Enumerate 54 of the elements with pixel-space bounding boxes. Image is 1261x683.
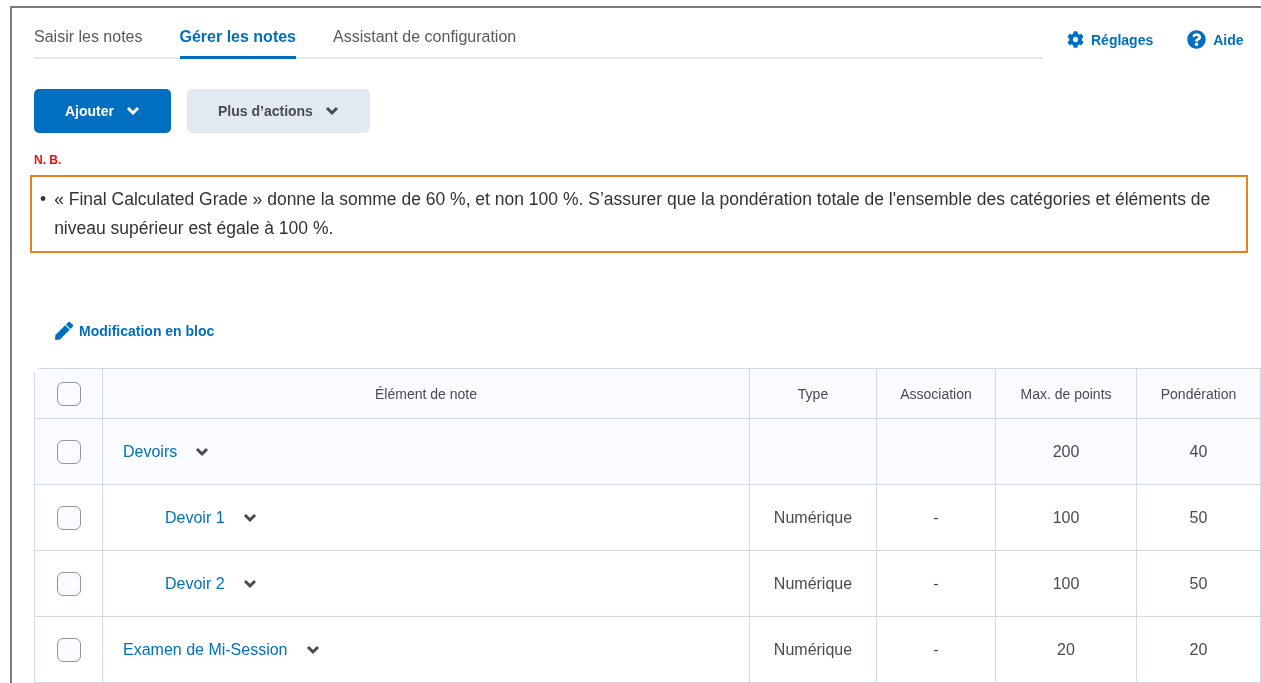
table-cell: Numérique — [750, 617, 877, 683]
bullet: • — [40, 188, 47, 211]
notice-title: N. B. — [34, 153, 63, 167]
tab[interactable]: Saisir les notes — [34, 22, 143, 59]
add-button[interactable]: Ajouter — [34, 89, 171, 133]
tab[interactable]: Assistant de configuration — [333, 22, 517, 59]
grade-item-link[interactable]: Devoir 2 — [165, 574, 225, 593]
table-cell: 200 — [996, 419, 1137, 485]
link-label: Aide — [1213, 31, 1244, 48]
caret-icon — [242, 512, 257, 523]
settings-icon — [1067, 31, 1084, 48]
checkbox[interactable] — [56, 571, 81, 596]
settings-link[interactable]: Réglages — [1067, 30, 1154, 49]
caret-icon — [324, 106, 339, 116]
table-cell: 20 — [1137, 617, 1261, 683]
row-menu-button[interactable] — [195, 446, 210, 457]
row-menu-button[interactable] — [242, 578, 257, 589]
checkbox[interactable] — [56, 637, 81, 662]
column-header: Type — [750, 369, 877, 419]
grade-item-link[interactable]: Devoir 1 — [165, 508, 225, 527]
table-cell: - — [877, 617, 996, 683]
caret-icon — [305, 644, 320, 655]
row-menu-button[interactable] — [242, 512, 257, 523]
column-header: Élément de note — [103, 369, 750, 419]
column-header: Association — [877, 369, 996, 419]
row-menu-button[interactable] — [305, 644, 320, 655]
more-actions-button[interactable]: Plus d’actions — [187, 89, 370, 133]
table-cell: 20 — [996, 617, 1137, 683]
help-link[interactable]: Aide — [1187, 30, 1244, 49]
table-cell: Numérique — [750, 551, 877, 617]
column-header: Pondération — [1137, 369, 1261, 419]
table-cell: 50 — [1137, 551, 1261, 617]
table-cell: - — [877, 551, 996, 617]
table-cell: 100 — [996, 485, 1137, 551]
checkbox[interactable] — [56, 439, 81, 464]
caret-icon — [242, 578, 257, 589]
checkbox[interactable] — [56, 505, 81, 530]
table-cell: 100 — [996, 551, 1137, 617]
grade-item-link[interactable]: Examen de Mi-Session — [123, 640, 288, 659]
table-cell: Numérique — [750, 485, 877, 551]
notice-text: « Final Calculated Grade » donne la somme de 60 %, et non 100 %. S’assurer que la pondération totale de l'ensemble des catégories et éléments de niveau supérieur est égale à 100 %. — [54, 188, 1212, 240]
table-cell: 50 — [1137, 485, 1261, 551]
checkbox[interactable] — [56, 381, 81, 406]
help-icon — [1187, 30, 1207, 49]
bulk-edit-link[interactable]: Modification en bloc — [55, 322, 215, 340]
tab[interactable]: Gérer les notes — [179, 22, 296, 59]
grade-item-link[interactable]: Devoirs — [123, 442, 178, 461]
link-label: Réglages — [1091, 31, 1154, 48]
pencil-icon — [55, 322, 73, 340]
caret-icon — [195, 446, 210, 457]
table-cell: 40 — [1137, 419, 1261, 485]
table-cell: - — [877, 485, 996, 551]
caret-icon — [126, 106, 140, 116]
column-header: Max. de points — [996, 369, 1137, 419]
